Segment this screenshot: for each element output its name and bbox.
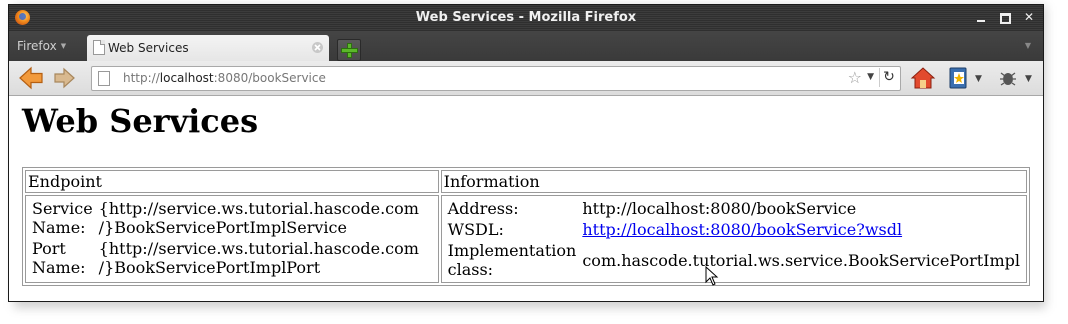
page-icon: [93, 40, 105, 55]
web-services-table: Endpoint Information Service Name: {http…: [22, 167, 1030, 286]
url-host: localhost: [159, 71, 214, 85]
header-endpoint: Endpoint: [25, 170, 439, 193]
bookmarks-icon[interactable]: [947, 65, 971, 91]
title-bar[interactable]: Web Services - Mozilla Firefox ✕: [9, 5, 1043, 31]
url-history-dropdown-icon[interactable]: ▼: [867, 72, 874, 82]
window-controls: ✕: [975, 10, 1035, 24]
tab-close-icon[interactable]: [312, 42, 323, 53]
tab-list-icon[interactable]: ▼: [1025, 41, 1031, 50]
information-details: Address: http://localhost:8080/bookServi…: [444, 197, 1024, 281]
firefox-menu-button[interactable]: Firefox ▼: [17, 39, 66, 53]
service-name-line2: /}BookServicePortImplService: [98, 218, 347, 237]
wsdl-label: WSDL:: [447, 220, 504, 239]
window-title: Web Services - Mozilla Firefox: [415, 10, 637, 25]
endpoint-details: Service Name: {http://service.ws.tutoria…: [28, 197, 423, 279]
back-arrow-icon[interactable]: [17, 65, 45, 91]
close-window-icon[interactable]: ✕: [1023, 10, 1035, 24]
tab-label: Web Services: [108, 41, 189, 55]
implementation-class-value: com.hascode.tutorial.ws.service.BookServ…: [582, 250, 1020, 270]
page-content: Web Services Endpoint Information Servic…: [9, 96, 1043, 301]
table-row: Service Name: {http://service.ws.tutoria…: [25, 195, 1027, 283]
url-bar[interactable]: http://localhost:8080/bookService ☆ ▼ ↻: [91, 66, 901, 91]
bookmarks-dropdown-icon[interactable]: ▼: [975, 74, 982, 84]
wsdl-link[interactable]: http://localhost:8080/bookService?wsdl: [582, 220, 902, 239]
header-information: Information: [440, 170, 1027, 193]
implementation-class-label: Implementation class:: [447, 241, 577, 279]
wsdl-cell: http://localhost:8080/bookService?wsdl: [580, 220, 1022, 239]
service-name-value: {http://service.ws.tutorial.hascode.com …: [97, 199, 421, 237]
url-scheme: http://: [123, 71, 160, 85]
tab-web-services[interactable]: Web Services: [87, 35, 329, 61]
maximize-icon[interactable]: [999, 10, 1011, 24]
reload-icon[interactable]: ↻: [879, 68, 898, 87]
browser-window: Web Services - Mozilla Firefox ✕ Firefox…: [8, 4, 1044, 302]
page-title: Web Services: [22, 102, 259, 140]
port-name-line2: /}BookServicePortImplPort: [98, 258, 321, 277]
service-name-line1: {http://service.ws.tutorial.hascode.com: [98, 199, 419, 218]
port-name-value: {http://service.ws.tutorial.hascode.com …: [97, 239, 421, 277]
addon-bug-icon[interactable]: [997, 65, 1019, 91]
url-path: :8080/bookService: [213, 71, 326, 85]
endpoint-cell: Service Name: {http://service.ws.tutoria…: [25, 195, 439, 283]
firefox-menu-label: Firefox: [17, 39, 57, 53]
information-cell: Address: http://localhost:8080/bookServi…: [440, 195, 1027, 283]
address-label: Address:: [447, 199, 519, 218]
site-identity-icon[interactable]: [98, 71, 110, 86]
chevron-down-icon: ▼: [60, 42, 67, 50]
port-name-label: Port Name:: [32, 239, 86, 277]
mouse-pointer-icon: [705, 266, 719, 286]
bookmark-star-icon[interactable]: ☆: [848, 69, 862, 87]
minimize-icon[interactable]: [975, 10, 987, 24]
address-value: http://localhost:8080/bookService: [582, 199, 857, 218]
home-icon[interactable]: [909, 65, 937, 91]
port-name-line1: {http://service.ws.tutorial.hascode.com: [98, 239, 419, 258]
navigation-toolbar: http://localhost:8080/bookService ☆ ▼ ↻ …: [9, 61, 1043, 96]
forward-arrow-icon[interactable]: [53, 65, 77, 91]
table-header-row: Endpoint Information: [25, 170, 1027, 193]
tab-bar: Firefox ▼ Web Services ▼: [9, 31, 1043, 61]
addon-dropdown-icon[interactable]: ▼: [1025, 74, 1032, 84]
url-text[interactable]: http://localhost:8080/bookService: [123, 71, 326, 85]
new-tab-button[interactable]: [337, 39, 361, 61]
service-name-label: Service Name:: [32, 199, 93, 237]
